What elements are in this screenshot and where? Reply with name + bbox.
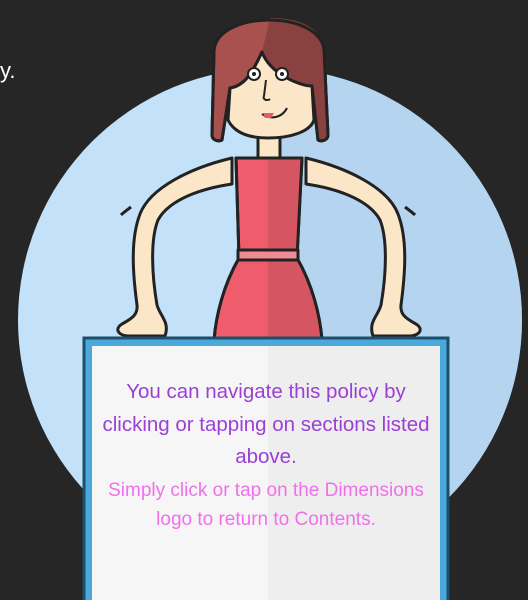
head	[210, 18, 330, 143]
navigation-help-message: You can navigate this policy by clicking…	[96, 376, 436, 534]
navigation-instructions-text: You can navigate this policy by clicking…	[102, 380, 430, 468]
return-to-contents-text: Simply click or tap on the Dimensions lo…	[108, 479, 424, 530]
